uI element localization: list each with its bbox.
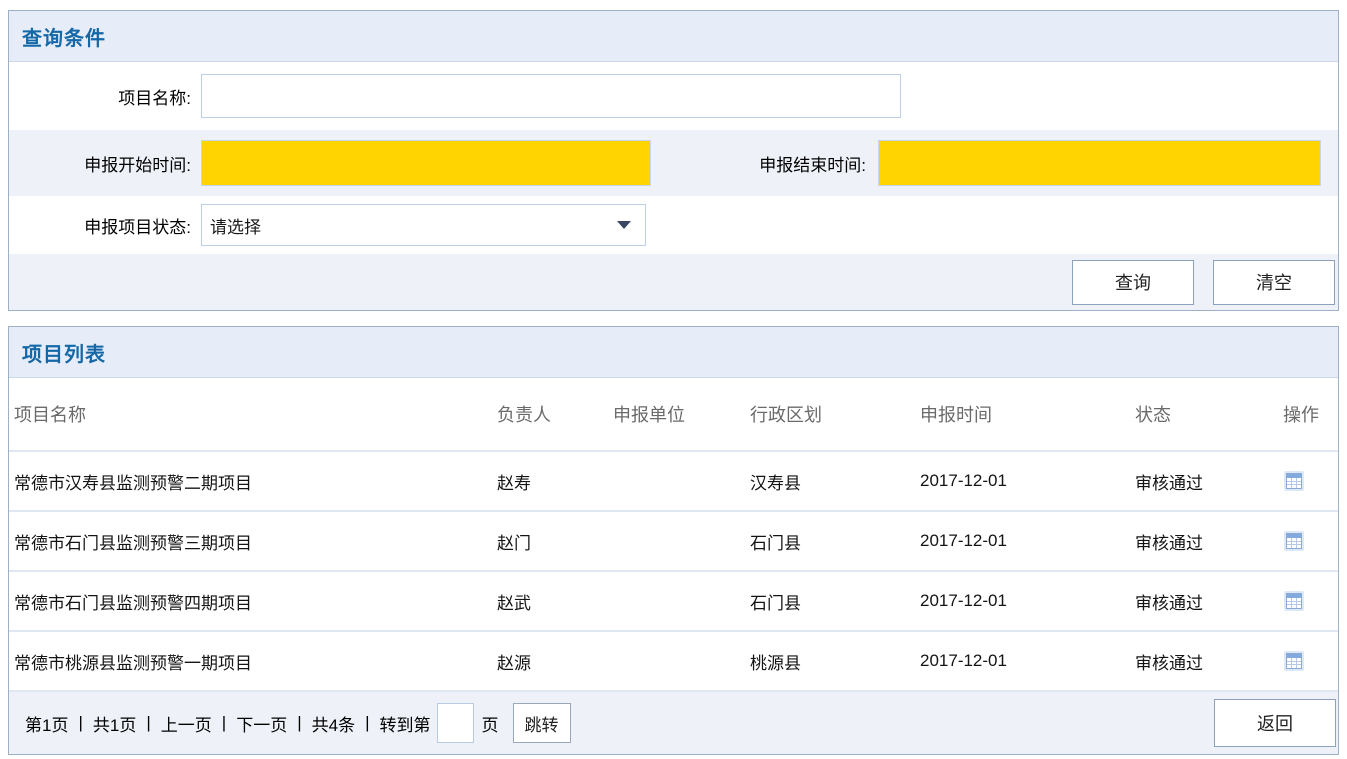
query-panel-title: 查询条件	[22, 22, 106, 51]
chevron-down-icon	[617, 221, 631, 229]
query-panel: 查询条件 项目名称: 申报开始时间: 申报结束时间: 申报项目状态: 请选择 查…	[8, 10, 1339, 311]
goto-page-prefix: 转到第	[380, 711, 431, 736]
cell-region: 桃源县	[750, 649, 920, 674]
cell-status: 审核通过	[1135, 529, 1283, 554]
cell-owner: 赵门	[497, 529, 613, 554]
col-header-status: 状态	[1135, 401, 1283, 427]
col-header-unit: 申报单位	[613, 401, 750, 427]
current-page-info: 第1页	[25, 711, 68, 736]
cell-project-name: 常德市石门县监测预警三期项目	[14, 529, 497, 554]
project-name-input[interactable]	[201, 74, 901, 118]
goto-page-input[interactable]	[437, 703, 474, 743]
search-button[interactable]: 查询	[1072, 260, 1194, 305]
cell-region: 石门县	[750, 589, 920, 614]
status-select-value: 请选择	[210, 213, 617, 238]
table-row: 常德市汉寿县监测预警二期项目 赵寿 汉寿县 2017-12-01 审核通过	[9, 450, 1338, 510]
total-items-info: 共4条	[312, 711, 355, 736]
cell-status: 审核通过	[1135, 589, 1283, 614]
project-list-panel: 项目列表 项目名称 负责人 申报单位 行政区划 申报时间 状态 操作 常德市汉寿…	[8, 326, 1339, 755]
start-time-input[interactable]	[201, 140, 651, 186]
list-panel-title: 项目列表	[22, 338, 106, 367]
end-time-input[interactable]	[878, 140, 1321, 186]
cell-region: 汉寿县	[750, 469, 920, 494]
table-row: 常德市桃源县监测预警一期项目 赵源 桃源县 2017-12-01 审核通过	[9, 630, 1338, 690]
project-name-label: 项目名称:	[9, 84, 191, 109]
cell-owner: 赵武	[497, 589, 613, 614]
cell-date: 2017-12-01	[920, 591, 1135, 611]
time-range-row: 申报开始时间: 申报结束时间:	[9, 130, 1338, 196]
cell-date: 2017-12-01	[920, 471, 1135, 491]
back-button[interactable]: 返回	[1214, 699, 1336, 747]
goto-page-suffix: 页	[482, 711, 499, 736]
pagination-bar: 第1页 | 共1页 | 上一页 | 下一页 | 共4条 | 转到第 页 跳转 返…	[9, 690, 1338, 754]
next-page-link[interactable]: 下一页	[236, 711, 287, 736]
col-header-project-name: 项目名称	[14, 401, 497, 427]
list-panel-header: 项目列表	[9, 327, 1338, 378]
end-time-label: 申报结束时间:	[651, 151, 866, 176]
pagination-separator: |	[146, 713, 150, 733]
pagination-separator: |	[222, 713, 226, 733]
status-select[interactable]: 请选择	[201, 204, 646, 246]
table-body: 常德市汉寿县监测预警二期项目 赵寿 汉寿县 2017-12-01 审核通过	[9, 450, 1338, 690]
status-label: 申报项目状态:	[9, 213, 191, 238]
query-panel-header: 查询条件	[9, 11, 1338, 62]
pagination-separator: |	[297, 713, 301, 733]
col-header-owner: 负责人	[497, 401, 613, 427]
pagination-separator: |	[78, 713, 82, 733]
table-header-row: 项目名称 负责人 申报单位 行政区划 申报时间 状态 操作	[9, 378, 1338, 450]
cell-project-name: 常德市石门县监测预警四期项目	[14, 589, 497, 614]
cell-status: 审核通过	[1135, 649, 1283, 674]
prev-page-link[interactable]: 上一页	[161, 711, 212, 736]
status-row: 申报项目状态: 请选择	[9, 196, 1338, 254]
cell-project-name: 常德市桃源县监测预警一期项目	[14, 649, 497, 674]
pagination-separator: |	[365, 713, 369, 733]
cell-date: 2017-12-01	[920, 651, 1135, 671]
cell-owner: 赵寿	[497, 469, 613, 494]
cell-date: 2017-12-01	[920, 531, 1135, 551]
col-header-operation: 操作	[1283, 401, 1338, 427]
clear-button[interactable]: 清空	[1213, 260, 1335, 305]
view-detail-table-icon[interactable]	[1283, 470, 1305, 492]
jump-button[interactable]: 跳转	[513, 703, 571, 743]
total-pages-info: 共1页	[93, 711, 136, 736]
table-row: 常德市石门县监测预警四期项目 赵武 石门县 2017-12-01 审核通过	[9, 570, 1338, 630]
cell-project-name: 常德市汉寿县监测预警二期项目	[14, 469, 497, 494]
query-buttons-row: 查询 清空	[9, 254, 1338, 310]
start-time-label: 申报开始时间:	[9, 151, 191, 176]
view-detail-table-icon[interactable]	[1283, 650, 1305, 672]
col-header-date: 申报时间	[920, 401, 1135, 427]
project-name-row: 项目名称:	[9, 62, 1338, 130]
col-header-region: 行政区划	[750, 401, 920, 427]
cell-status: 审核通过	[1135, 469, 1283, 494]
cell-region: 石门县	[750, 529, 920, 554]
cell-owner: 赵源	[497, 649, 613, 674]
view-detail-table-icon[interactable]	[1283, 530, 1305, 552]
table-row: 常德市石门县监测预警三期项目 赵门 石门县 2017-12-01 审核通过	[9, 510, 1338, 570]
view-detail-table-icon[interactable]	[1283, 590, 1305, 612]
